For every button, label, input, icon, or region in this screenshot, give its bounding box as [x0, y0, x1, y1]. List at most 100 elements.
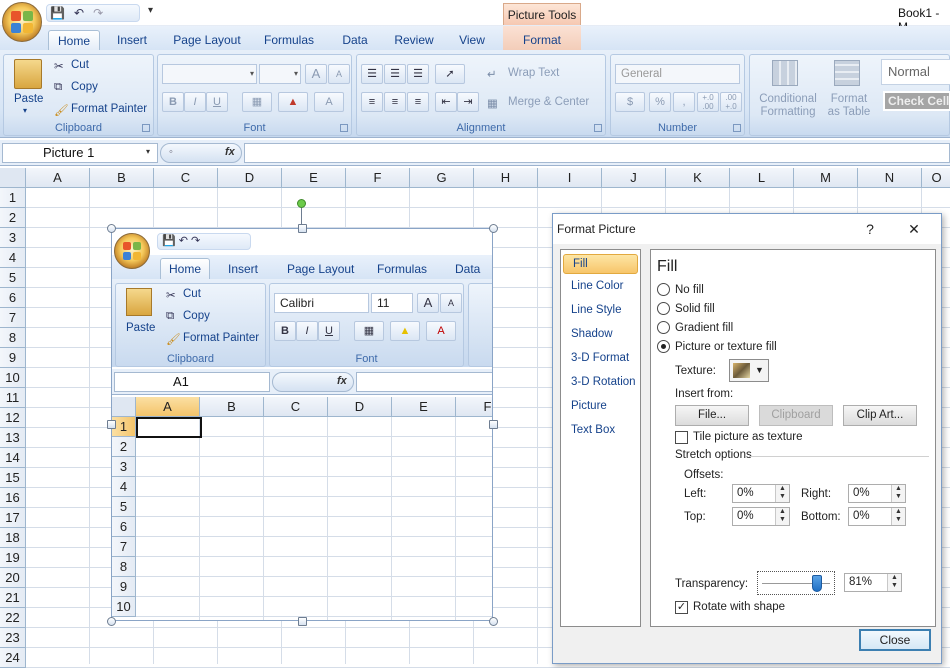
- conditional-formatting-button[interactable]: Conditional Formatting: [758, 93, 818, 119]
- tab-home[interactable]: Home: [48, 30, 100, 50]
- name-box[interactable]: Picture 1: [2, 143, 158, 163]
- nav-fill[interactable]: Fill: [563, 254, 638, 274]
- align-right-icon[interactable]: ≡: [407, 92, 429, 112]
- left-offset-spinner[interactable]: 0% ▲ ▼: [732, 484, 790, 503]
- row-header-7[interactable]: 7: [0, 308, 26, 328]
- transparency-slider[interactable]: [757, 571, 835, 595]
- wrap-text-button[interactable]: Wrap Text: [508, 67, 559, 79]
- resize-handle[interactable]: [298, 617, 307, 626]
- picture-1[interactable]: 💾 ↶ ↷ Home Insert Page Layout Formulas D…: [111, 228, 493, 621]
- font-color-button[interactable]: A: [314, 92, 344, 112]
- row-header-13[interactable]: 13: [0, 428, 26, 448]
- increase-decimal-button[interactable]: +.0 .00: [697, 92, 719, 112]
- row-header-16[interactable]: 16: [0, 488, 26, 508]
- font-launcher-icon[interactable]: [340, 124, 348, 132]
- column-header-c[interactable]: C: [154, 168, 218, 188]
- close-x-button[interactable]: ✕: [899, 214, 929, 244]
- align-bottom-icon[interactable]: ☰: [407, 64, 429, 84]
- paste-icon[interactable]: [14, 59, 42, 89]
- insert-function-button[interactable]: fx: [225, 146, 235, 158]
- style-normal[interactable]: Normal: [881, 59, 950, 85]
- help-button[interactable]: ?: [855, 214, 885, 244]
- align-left-icon[interactable]: ≡: [361, 92, 383, 112]
- align-middle-icon[interactable]: ☰: [384, 64, 406, 84]
- customize-qat-icon[interactable]: ▾: [148, 5, 153, 16]
- tab-review[interactable]: Review: [388, 30, 440, 50]
- tab-page-layout[interactable]: Page Layout: [168, 30, 246, 50]
- decrease-indent-icon[interactable]: ⇤: [435, 92, 457, 112]
- column-header-g[interactable]: G: [410, 168, 474, 188]
- left-offset-arrows-icon[interactable]: ▲ ▼: [775, 485, 789, 502]
- nav-text-box[interactable]: Text Box: [571, 424, 615, 436]
- row-header-6[interactable]: 6: [0, 288, 26, 308]
- texture-picker[interactable]: ▼: [729, 359, 769, 382]
- row-header-8[interactable]: 8: [0, 328, 26, 348]
- align-top-icon[interactable]: ☰: [361, 64, 383, 84]
- resize-handle[interactable]: [489, 224, 498, 233]
- row-header-10[interactable]: 10: [0, 368, 26, 388]
- row-header-18[interactable]: 18: [0, 528, 26, 548]
- currency-button[interactable]: $: [615, 92, 645, 112]
- resize-handle[interactable]: [107, 617, 116, 626]
- row-header-23[interactable]: 23: [0, 628, 26, 648]
- tile-checkbox[interactable]: [675, 431, 688, 444]
- resize-handle[interactable]: [107, 224, 116, 233]
- picture-texture-fill-label[interactable]: Picture or texture fill: [675, 341, 777, 353]
- column-header-k[interactable]: K: [666, 168, 730, 188]
- transparency-arrows-icon[interactable]: ▲ ▼: [887, 574, 901, 591]
- cut-button[interactable]: Cut: [71, 59, 89, 71]
- nav-picture[interactable]: Picture: [571, 400, 607, 412]
- row-header-19[interactable]: 19: [0, 548, 26, 568]
- solid-fill-radio[interactable]: [657, 302, 670, 315]
- redo-icon[interactable]: ↷: [93, 5, 103, 21]
- conditional-formatting-icon[interactable]: [772, 60, 798, 86]
- top-offset-spinner[interactable]: 0% ▲ ▼: [732, 507, 790, 526]
- column-header-j[interactable]: J: [602, 168, 666, 188]
- resize-handle[interactable]: [489, 420, 498, 429]
- column-header-n[interactable]: N: [858, 168, 922, 188]
- merge-center-button[interactable]: Merge & Center: [508, 96, 589, 108]
- name-box-dropdown-icon[interactable]: ▾: [146, 147, 150, 156]
- font-name-combo[interactable]: ▾: [162, 64, 257, 84]
- format-painter-button[interactable]: Format Painter: [71, 103, 147, 115]
- resize-handle[interactable]: [298, 224, 307, 233]
- tab-view[interactable]: View: [452, 30, 492, 50]
- nav-3d-rotation[interactable]: 3-D Rotation: [571, 376, 636, 388]
- italic-button[interactable]: I: [184, 92, 206, 112]
- bold-button[interactable]: B: [162, 92, 184, 112]
- row-header-4[interactable]: 4: [0, 248, 26, 268]
- right-offset-arrows-icon[interactable]: ▲ ▼: [891, 485, 905, 502]
- tab-insert[interactable]: Insert: [110, 30, 154, 50]
- nav-line-style[interactable]: Line Style: [571, 304, 622, 316]
- paste-dropdown-icon[interactable]: ▾: [23, 106, 27, 115]
- style-check-cell[interactable]: Check Cell: [883, 91, 950, 111]
- column-header-f[interactable]: F: [346, 168, 410, 188]
- row-header-5[interactable]: 5: [0, 268, 26, 288]
- file-button[interactable]: File...: [675, 405, 749, 426]
- number-format-combo[interactable]: General: [615, 64, 740, 84]
- tab-formulas[interactable]: Formulas: [258, 30, 320, 50]
- copy-button[interactable]: Copy: [71, 81, 98, 93]
- right-offset-spinner[interactable]: 0% ▲ ▼: [848, 484, 906, 503]
- row-header-11[interactable]: 11: [0, 388, 26, 408]
- comma-button[interactable]: ,: [673, 92, 695, 112]
- row-header-1[interactable]: 1: [0, 188, 26, 208]
- undo-icon[interactable]: ↶: [74, 5, 84, 21]
- bottom-offset-arrows-icon[interactable]: ▲ ▼: [891, 508, 905, 525]
- increase-indent-icon[interactable]: ⇥: [457, 92, 479, 112]
- row-header-9[interactable]: 9: [0, 348, 26, 368]
- format-as-table-icon[interactable]: [834, 60, 860, 86]
- gradient-fill-radio[interactable]: [657, 321, 670, 334]
- tab-format[interactable]: Format: [510, 30, 574, 50]
- column-header-d[interactable]: D: [218, 168, 282, 188]
- column-header-i[interactable]: I: [538, 168, 602, 188]
- row-header-17[interactable]: 17: [0, 508, 26, 528]
- clipboard-launcher-icon[interactable]: [142, 124, 150, 132]
- row-header-21[interactable]: 21: [0, 588, 26, 608]
- picture-texture-fill-radio[interactable]: [657, 340, 670, 353]
- row-header-12[interactable]: 12: [0, 408, 26, 428]
- rotate-handle[interactable]: [297, 199, 306, 208]
- nav-3d-format[interactable]: 3-D Format: [571, 352, 629, 364]
- gradient-fill-label[interactable]: Gradient fill: [675, 322, 733, 334]
- font-size-combo[interactable]: ▾: [259, 64, 301, 84]
